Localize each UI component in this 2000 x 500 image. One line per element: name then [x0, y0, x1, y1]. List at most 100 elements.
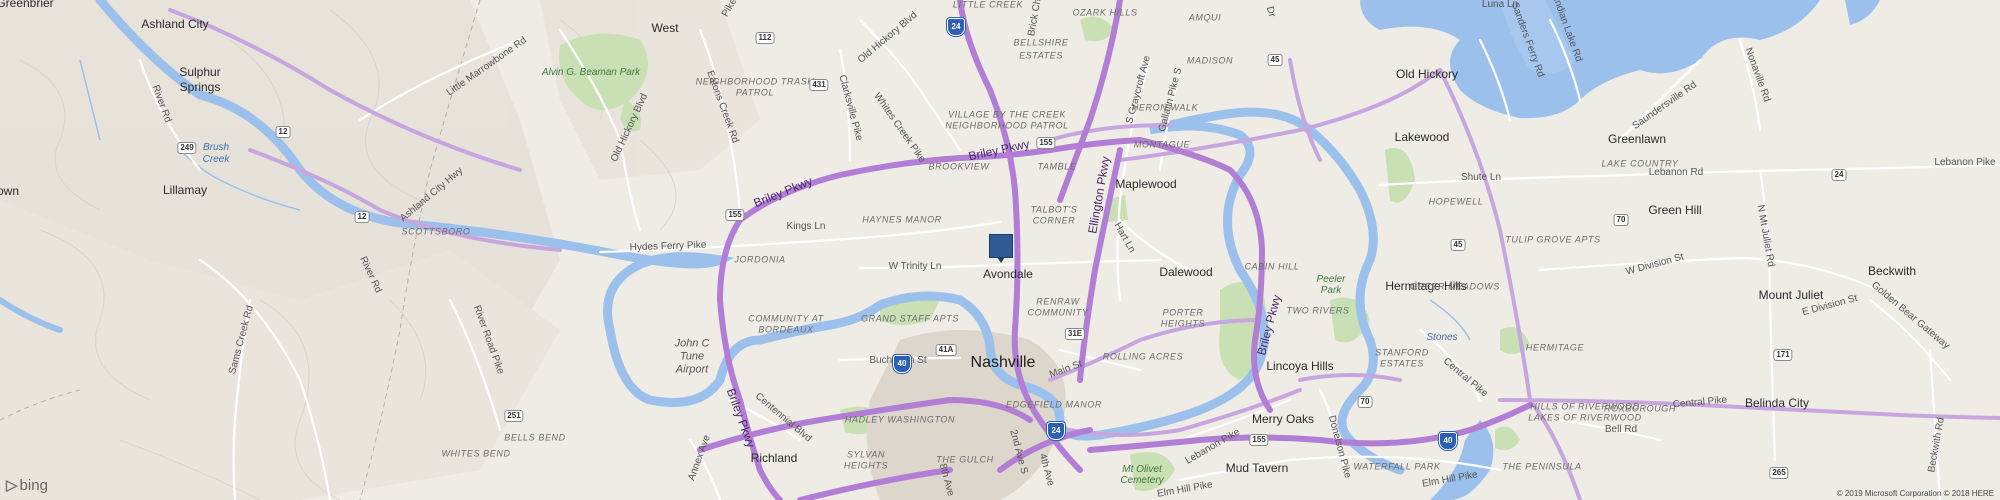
- place-label: John C: [674, 337, 710, 350]
- neighborhood-label: ESTATES: [1380, 358, 1424, 369]
- road-label: Kings Ln: [786, 221, 826, 232]
- neighborhood-label: PORTER: [1162, 307, 1204, 318]
- neighborhood-label: HAYNES MANOR: [862, 214, 942, 225]
- route-shield-icon: 31E: [1064, 328, 1086, 340]
- road-label: Luna Ln: [1481, 0, 1519, 10]
- city-label: Beckwith: [1867, 264, 1917, 278]
- road-label: Bell Rd: [1604, 424, 1638, 435]
- city-label: Sulphur: [179, 65, 221, 79]
- route-shield-icon: 249: [177, 142, 197, 154]
- neighborhood-label: ROXBOROUGH: [1603, 403, 1677, 414]
- neighborhood-label: COMMUNITY: [1027, 307, 1089, 318]
- neighborhood-label: MONTAGUE: [1133, 139, 1191, 150]
- neighborhood-label: EDGEFIELD MANOR: [1005, 399, 1103, 410]
- road-label: Lebanon Rd: [1648, 167, 1704, 178]
- route-shield-icon: 265: [1769, 467, 1789, 479]
- park-label: Park: [1320, 285, 1342, 296]
- neighborhood-label: SCOTTSBORO: [401, 226, 471, 237]
- city-label: Lakewood: [1394, 130, 1450, 144]
- neighborhood-label: HEIGHTS: [1160, 318, 1206, 329]
- city-label: West: [651, 21, 679, 35]
- neighborhood-label: PATROL: [735, 87, 775, 98]
- city-label: Old Hickory: [1395, 67, 1459, 81]
- water-label: Creek: [202, 154, 230, 165]
- city-label: own: [0, 184, 20, 198]
- neighborhood-label: GRAND STAFF APTS: [861, 313, 959, 324]
- neighborhood-label: HADLEY WASHINGTON: [844, 414, 956, 425]
- route-shield-icon: 12: [354, 211, 370, 223]
- city-label: Springs: [179, 80, 221, 94]
- route-shield-icon: 251: [504, 410, 524, 422]
- bing-logo[interactable]: ▷ bing: [6, 476, 48, 495]
- place-label: Airport: [675, 363, 709, 376]
- interstate-shield-icon: 24: [1047, 422, 1065, 440]
- road-label: Dr: [1263, 5, 1278, 19]
- city-label: Richland: [750, 451, 798, 465]
- neighborhood-label: HOPEWELL: [1428, 196, 1484, 207]
- neighborhood-label: BELLSHIRE: [1013, 37, 1069, 48]
- route-shield-icon: 45: [1267, 54, 1283, 66]
- route-shield-icon: 41A: [935, 344, 957, 356]
- city-label: Belinda City: [1744, 396, 1810, 410]
- neighborhood-label: CORNER: [1032, 215, 1076, 226]
- city-label: Merry Oaks: [1251, 412, 1315, 426]
- route-shield-icon: 155: [1036, 137, 1056, 149]
- neighborhood-label: LITTLE CREEK: [952, 0, 1024, 10]
- neighborhood-label: ROLLING ACRES: [1102, 351, 1184, 362]
- neighborhood-label: WATERFALL PARK: [1353, 461, 1441, 472]
- neighborhood-label: LAKES OF RIVERWOOD: [1528, 412, 1642, 423]
- city-label: Mud Tavern: [1225, 461, 1289, 475]
- park-label: Peeler: [1316, 274, 1346, 285]
- bing-b-icon: ▷: [6, 477, 18, 494]
- neighborhood-label: SYLVAN: [846, 449, 886, 460]
- road-label: W Trinity Ln: [888, 261, 942, 272]
- bing-wordmark: bing: [19, 476, 48, 494]
- road-label: Shute Ln: [1460, 172, 1502, 183]
- neighborhood-label: TALBOT'S: [1030, 204, 1078, 215]
- park-label: Alvin G. Beaman Park: [541, 67, 641, 78]
- route-shield-icon: 70: [1357, 396, 1373, 408]
- city-label: Lincoya Hills: [1266, 359, 1334, 373]
- route-shield-icon: 24: [1831, 169, 1847, 181]
- city-label: Green Hill: [1648, 203, 1702, 217]
- city-label: Maplewood: [1115, 177, 1177, 191]
- city-label: Avondale: [983, 267, 1033, 281]
- neighborhood-label: COMMUNITY AT: [748, 313, 824, 324]
- route-shield-icon: 431: [809, 79, 829, 91]
- neighborhood-label: CABIN HILL: [1244, 261, 1300, 272]
- neighborhood-label: OZARK HILLS: [1072, 7, 1138, 18]
- park-label: Mt Olivet: [1122, 464, 1162, 475]
- park-label: Cemetery: [1120, 475, 1164, 486]
- neighborhood-label: TAMBLE: [1037, 161, 1077, 172]
- interstate-shield-icon: 40: [1439, 432, 1457, 450]
- neighborhood-label: THE PENINSULA: [1502, 461, 1582, 472]
- neighborhood-label: HERMITAGE: [1525, 342, 1585, 353]
- neighborhood-label: BORDEAUX: [758, 324, 814, 335]
- neighborhood-label: BROOKVIEW: [928, 161, 990, 172]
- water-label: Stones: [1426, 332, 1458, 343]
- neighborhood-label: ESTATES: [1019, 50, 1063, 61]
- route-shield-icon: 155: [725, 209, 745, 221]
- road-label: Lebanon Pike: [1934, 157, 1996, 168]
- location-pin-marker[interactable]: [989, 234, 1013, 263]
- interstate-shield-icon: 40: [893, 355, 911, 373]
- city-label: Lillamay: [162, 183, 208, 197]
- route-shield-icon: 171: [1773, 349, 1793, 361]
- city-label: Ashland City: [141, 17, 209, 31]
- city-label: Greenbrier: [0, 0, 54, 10]
- route-shield-icon: 112: [755, 32, 775, 44]
- neighborhood-label: TWO RIVERS: [1286, 305, 1350, 316]
- neighborhood-label: JORDONIA: [734, 254, 786, 265]
- neighborhood-label: BELLS BEND: [504, 432, 566, 443]
- neighborhood-label: HEIGHTS: [843, 460, 889, 471]
- map-attribution: © 2019 Microsoft Corporation © 2018 HERE: [1836, 489, 1994, 498]
- neighborhood-label: STANFORD: [1375, 347, 1429, 358]
- city-label: Dalewood: [1159, 265, 1213, 279]
- neighborhood-label: AMQUI: [1188, 12, 1222, 23]
- neighborhood-label: VILLAGE BY THE CREEK: [948, 109, 1066, 120]
- neighborhood-label: GREER MEADOWS: [1410, 281, 1500, 292]
- route-shield-icon: 45: [1450, 239, 1466, 251]
- neighborhood-label: WHITES BEND: [441, 448, 511, 459]
- map-canvas[interactable]: Nashville Ashland City Greenbrier West Sulph…: [0, 0, 2000, 500]
- city-label: Mount Juliet: [1758, 288, 1824, 302]
